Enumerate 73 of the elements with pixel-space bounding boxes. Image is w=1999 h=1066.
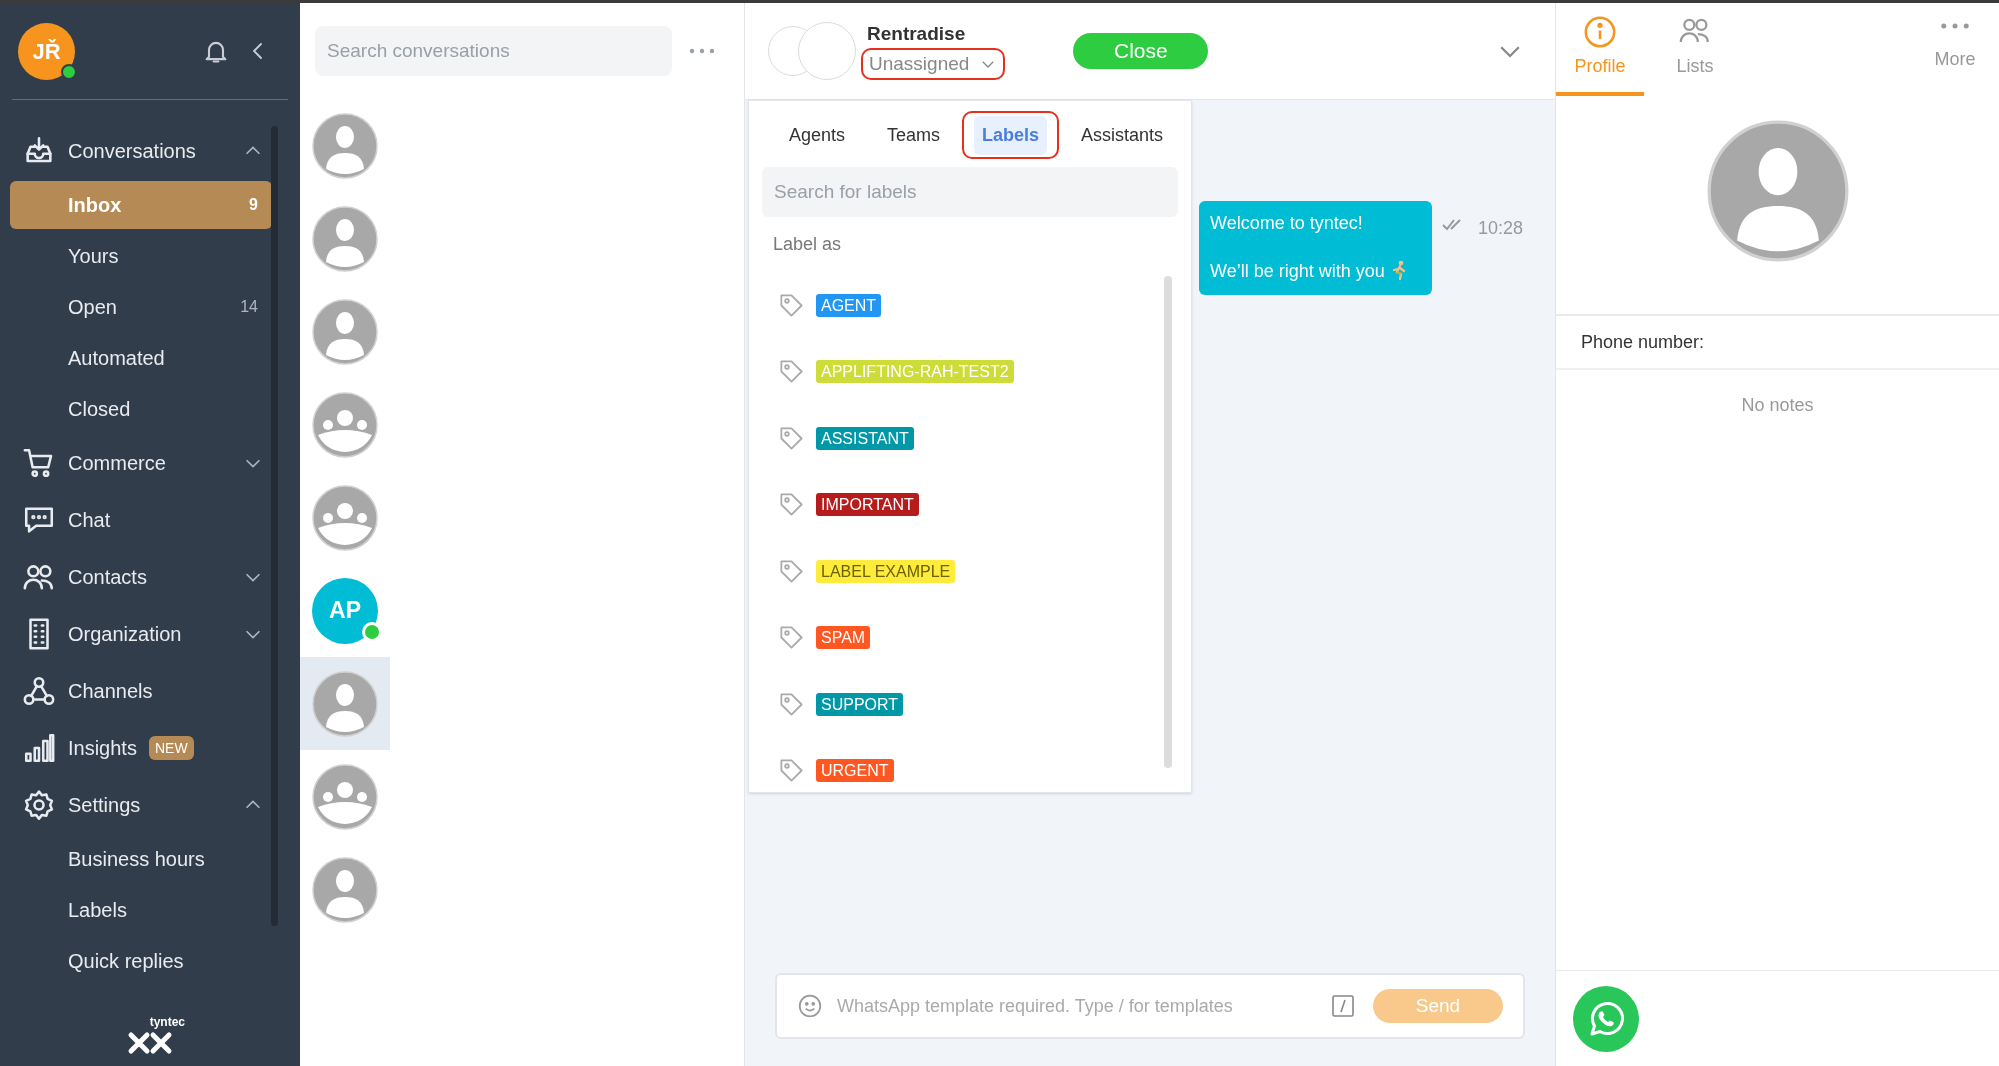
emoji-icon[interactable] [797,993,823,1019]
nav-item[interactable]: Chat [0,491,300,548]
group-avatar [312,484,378,551]
nav-item[interactable]: Settings [0,776,300,833]
scrollbar[interactable] [271,126,278,926]
group-avatar [312,391,378,458]
more-options-icon [1940,22,1970,30]
tyntec-logo: tyntec [115,1010,185,1061]
tag-icon [778,690,805,718]
nav-subitem[interactable]: Automated [10,333,272,382]
whatsapp-icon[interactable] [1573,985,1639,1052]
nav-item[interactable]: Organization [0,605,300,662]
menu-tab[interactable]: Agents [769,111,866,159]
section-title: Label as [773,233,842,256]
contact-name: Rentradise [866,22,966,46]
nav-subitem[interactable]: Closed [10,384,272,433]
nav-item[interactable]: Commerce [0,434,300,491]
nav-subitem[interactable]: Quick replies [10,936,272,985]
person-avatar [312,205,378,272]
empty-notes-text: No notes [1740,393,1815,417]
person-avatar [312,670,378,737]
nav-item[interactable]: Contacts [0,548,300,605]
label-tag: SUPPORT [816,692,904,716]
menu-tab[interactable]: Labels [962,111,1060,159]
runner-icon [1390,260,1407,280]
label-option[interactable]: LABEL EXAMPLE [749,538,1129,605]
initials-avatar: AP [312,577,378,644]
nav-subitem[interactable]: Open 14 [10,282,272,331]
label-tag: APPLIFTING-RAH-TEST2 [816,360,1014,384]
label-tag: ASSISTANT [816,426,914,450]
label-option[interactable]: SUPPORT [749,671,1129,738]
person-avatar [312,298,378,365]
nav-subitem[interactable]: Business hours [10,834,272,883]
nav-item[interactable]: Insights NEW [0,719,300,776]
slash-command-icon[interactable] [1331,994,1355,1018]
tag-icon [778,757,805,785]
label-tag: AGENT [816,293,882,317]
scrollbar[interactable] [1164,276,1172,768]
info-icon [1583,15,1617,49]
tag-icon [778,424,805,452]
nav-item[interactable]: Conversations [0,122,300,179]
phone-number-label: Phone number: [1556,316,1999,370]
new-badge: NEW [148,735,194,760]
assignee-dropdown[interactable]: Unassigned [861,48,1006,80]
tag-icon [778,291,805,319]
group-avatar [312,763,378,830]
message-time: 10:28 [1478,217,1524,240]
label-tag: LABEL EXAMPLE [816,559,956,583]
label-tag: IMPORTANT [816,493,919,517]
nav-item[interactable]: Channels [0,662,300,719]
count-label: 9 [249,194,258,215]
menu-tab[interactable]: Teams [867,111,961,159]
more-options-icon[interactable] [689,48,715,54]
label-tag: URGENT [816,759,894,783]
conversation-item[interactable] [300,657,390,750]
message-text: Welcome to tyntec! We’ll be right with you [1210,212,1385,283]
label-search-field[interactable]: Search for labels [762,167,1178,217]
menu-tab[interactable]: Assistants [1061,111,1184,159]
search-field[interactable]: Search conversations [315,26,672,76]
label-tag: SPAM [816,626,871,650]
label-option[interactable]: IMPORTANT [749,471,1129,538]
settings-icon [22,787,56,822]
nav-subitem[interactable]: Yours [10,231,272,280]
label-option[interactable]: ASSISTANT [749,405,1129,472]
person-avatar [312,112,378,179]
nav-subitem[interactable]: Labels [10,885,272,934]
count-label: 14 [240,296,258,317]
tag-icon [778,491,805,519]
tag-icon [778,624,805,652]
tag-icon [778,557,805,585]
person-avatar [312,856,378,923]
tag-icon [778,358,805,386]
message-input[interactable]: WhatsApp template required. Type / for templates [837,992,1317,1020]
